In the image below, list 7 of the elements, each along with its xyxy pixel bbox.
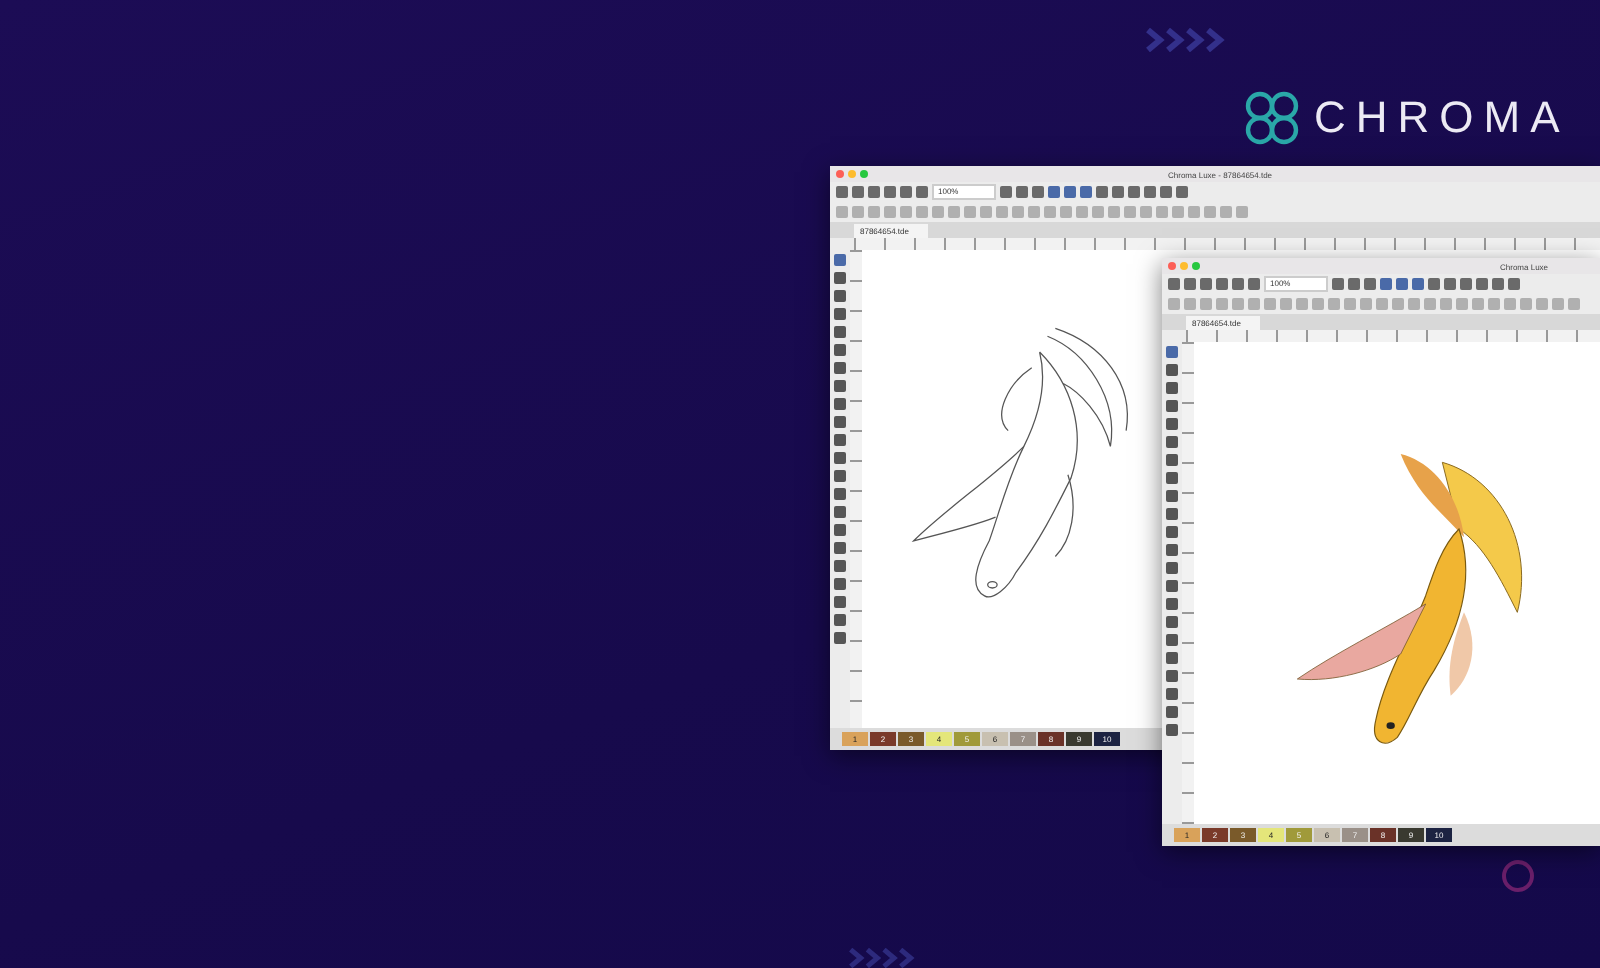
knot-logo-icon xyxy=(1242,88,1302,148)
ring-decoration xyxy=(1502,860,1534,892)
zoom-button[interactable] xyxy=(1192,262,1200,270)
zoom-button[interactable] xyxy=(860,170,868,178)
close-button[interactable] xyxy=(1168,262,1176,270)
close-button[interactable] xyxy=(836,170,844,178)
brand-name: CHROMA xyxy=(1314,92,1570,144)
